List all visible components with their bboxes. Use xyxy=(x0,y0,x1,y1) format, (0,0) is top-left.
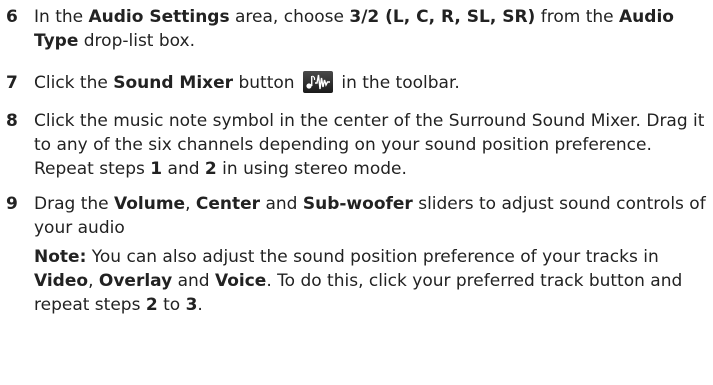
text: drop-list box. xyxy=(78,31,196,51)
text: to xyxy=(157,295,186,315)
step-text: Click the Sound Mixer button in the tool… xyxy=(34,71,460,93)
step-ref: 3 xyxy=(185,295,198,315)
note-label: Note: xyxy=(34,247,87,267)
text: and xyxy=(162,159,205,179)
text: . xyxy=(197,295,203,315)
step-text: Drag the Volume, Center and Sub-woofer s… xyxy=(34,192,713,240)
text: Drag the xyxy=(34,194,114,214)
step-9: 9 Drag the Volume, Center and Sub-woofer… xyxy=(0,192,713,317)
instruction-steps: 6 In the Audio Settings area, choose 3/2… xyxy=(0,0,713,317)
step-ref: 2 xyxy=(145,295,158,315)
audio-settings-term: Audio Settings xyxy=(88,7,230,27)
step-number: 8 xyxy=(6,111,18,131)
step-6: 6 In the Audio Settings area, choose 3/2… xyxy=(0,5,713,53)
step-ref: 1 xyxy=(150,159,163,179)
text: , xyxy=(88,271,99,291)
sound-mixer-icon xyxy=(302,71,333,93)
overlay-term: Overlay xyxy=(98,271,173,291)
sub-woofer-term: Sub-woofer xyxy=(302,194,413,214)
text: area, choose xyxy=(229,7,350,27)
text: Click the xyxy=(34,73,114,93)
step-7: 7 Click the Sound Mixer button in the to… xyxy=(0,71,713,95)
text: in using stereo mode. xyxy=(216,159,407,179)
voice-term: Voice xyxy=(215,271,267,291)
step-ref: 2 xyxy=(204,159,217,179)
text: and xyxy=(260,194,303,214)
note: Note: You can also adjust the sound posi… xyxy=(34,245,713,317)
sound-mixer-term: Sound Mixer xyxy=(113,73,234,93)
step-number: 7 xyxy=(6,73,18,93)
video-term: Video xyxy=(34,271,89,291)
audio-type-option-term: 3/2 (L, C, R, SL, SR) xyxy=(349,7,536,27)
center-term: Center xyxy=(195,194,261,214)
text: from the xyxy=(535,7,620,27)
step-number: 6 xyxy=(6,7,18,27)
text: , xyxy=(185,194,196,214)
text: You can also adjust the sound position p… xyxy=(86,247,659,267)
text: and xyxy=(172,271,215,291)
step-text: In the Audio Settings area, choose 3/2 (… xyxy=(34,7,674,51)
text: in the toolbar. xyxy=(335,73,460,93)
step-number: 9 xyxy=(6,194,18,214)
text: In the xyxy=(34,7,89,27)
text: button xyxy=(233,73,300,93)
step-8: 8 Click the music note symbol in the cen… xyxy=(0,109,713,181)
step-text: Click the music note symbol in the cente… xyxy=(34,111,704,179)
volume-term: Volume xyxy=(114,194,186,214)
